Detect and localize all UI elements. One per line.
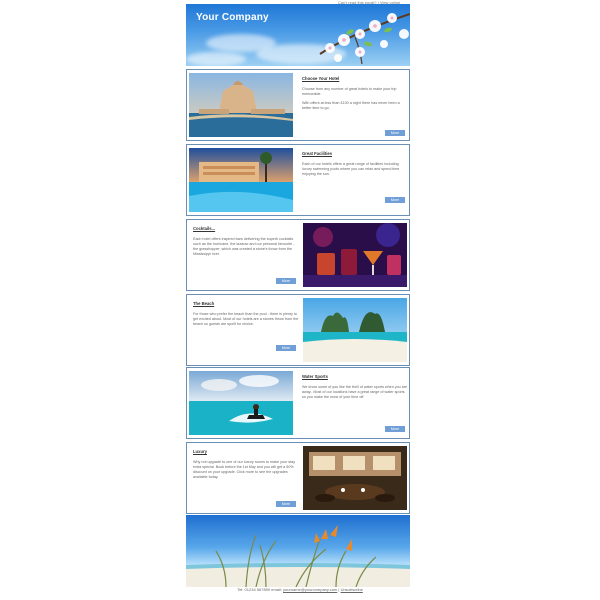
jetski-photo [189,371,293,435]
card-text: Water Sports We know some of you like th… [302,374,408,432]
card-text: Cocktails... Each hotel offers inspired … [193,226,299,284]
card-luxury: Luxury Why not upgrade to one of our lux… [186,442,410,514]
company-name: Your Company [196,12,269,23]
card-the-beach: The Beach For those who prefer the beach… [186,294,410,366]
unsubscribe-link[interactable]: Unsubscribe [341,587,363,592]
more-button[interactable]: More [385,197,405,203]
card-paragraph: Why not upgrade to one of our luxury roo… [193,460,296,479]
footer-beach-image [186,515,410,587]
card-paragraph: Choose from any number of great hotels t… [302,87,397,96]
card-text: Luxury Why not upgrade to one of our lux… [193,449,299,507]
card-title: Luxury [193,449,207,454]
card-water-sports: Water Sports We know some of you like th… [186,367,410,439]
card-paragraph: We know some of you like the thrill of w… [302,385,408,399]
pool-photo [189,148,293,212]
more-button[interactable]: More [276,345,296,351]
beach-photo [303,298,407,362]
card-title: The Beach [193,301,215,306]
card-title: Choose Your Hotel [302,76,340,81]
more-button[interactable]: More [276,278,296,284]
more-button[interactable]: More [385,426,405,432]
card-paragraph: Each of our hotels offers a great range … [302,162,400,176]
footer-email-link[interactable]: yourname@yourcompany.com [283,587,337,592]
more-button[interactable]: More [276,501,296,507]
card-choose-hotel: Choose Your Hotel Choose from any number… [186,69,410,141]
footer-tel: Tel: 01234 567890 [237,587,271,592]
more-button[interactable]: More [385,130,405,136]
card-title: Cocktails... [193,226,216,231]
blossom-branch-icon [319,13,410,65]
card-great-facilities: Great Facilities Each of our hotels offe… [186,144,410,216]
cocktails-photo [303,223,407,287]
card-paragraph: For those who prefer the beach than the … [193,312,299,326]
footer-email-label: email: [271,587,282,592]
hotel-photo [189,73,293,137]
card-title: Great Facilities [302,151,333,156]
card-paragraph: Each hotel offers inspired bars deliveri… [193,237,295,256]
card-cocktails: Cocktails... Each hotel offers inspired … [186,219,410,291]
card-paragraph: With offers at less than £100 a night th… [302,101,400,110]
restaurant-photo [303,446,407,510]
card-title: Water Sports [302,374,328,379]
card-text: Choose Your Hotel Choose from any number… [302,76,408,134]
footer-contact: Tel: 01234 567890 email: yourname@yourco… [237,587,363,592]
cloud-shape [186,52,246,66]
header-banner: Your Company [186,4,410,66]
